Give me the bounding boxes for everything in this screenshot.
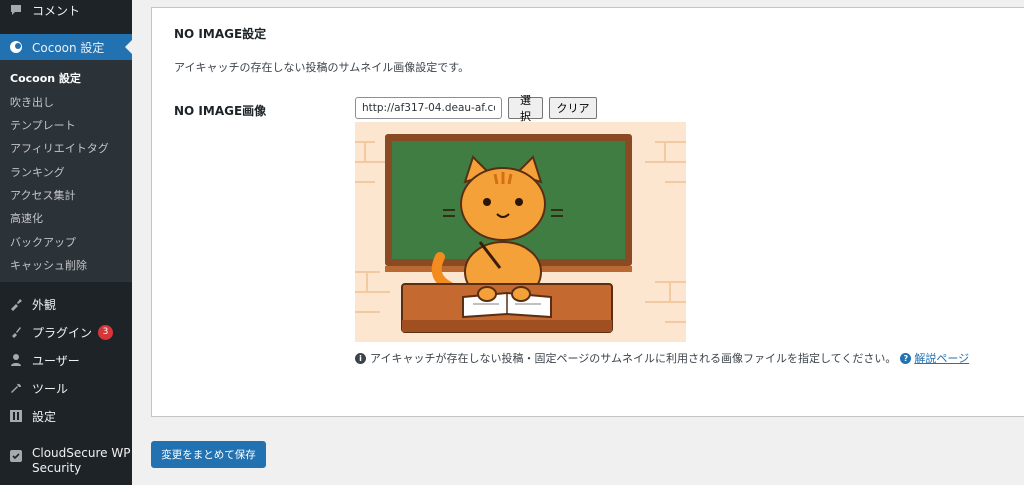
- cloudsecure-label-line1: CloudSecure WP: [32, 446, 131, 460]
- no-image-preview: [355, 122, 686, 342]
- menu-item-comments[interactable]: コメント: [0, 0, 132, 20]
- submenu-item[interactable]: Cocoon 設定: [10, 70, 81, 86]
- menu-item-label: ツール: [32, 381, 69, 396]
- menu-item-cocoon[interactable]: Cocoon 設定: [0, 34, 132, 60]
- submenu-item[interactable]: テンプレート: [10, 117, 76, 133]
- section-title: NO IMAGE設定: [174, 27, 267, 41]
- cocoon-submenu: Cocoon 設定 吹き出し テンプレート アフィリエイトタグ ランキング アク…: [0, 60, 132, 282]
- shield-check-icon: [8, 448, 24, 464]
- menu-item-label: 設定: [32, 409, 57, 424]
- menu-item-label: コメント: [32, 3, 81, 18]
- no-image-field-label: NO IMAGE画像: [174, 104, 267, 118]
- settings-icon: [8, 408, 24, 424]
- submenu-item[interactable]: 高速化: [10, 210, 43, 226]
- cloudsecure-label-line2: Security: [32, 461, 82, 475]
- submenu-item[interactable]: アフィリエイトタグ: [10, 140, 109, 156]
- menu-item-label: Cocoon 設定: [32, 40, 105, 55]
- select-image-button[interactable]: 選択: [508, 94, 543, 123]
- no-image-settings-panel: NO IMAGE設定 アイキャッチの存在しない投稿のサムネイル画像設定です。 N…: [151, 7, 1024, 417]
- menu-item-plugins[interactable]: プラグイン 3: [0, 322, 132, 342]
- menu-item-cloudsecure[interactable]: CloudSecure WP Security: [0, 446, 132, 478]
- submenu-item[interactable]: アクセス集計: [10, 187, 75, 203]
- appearance-icon: [8, 296, 24, 312]
- plugin-icon: [8, 324, 24, 340]
- menu-item-label: 外観: [32, 297, 57, 312]
- submenu-item[interactable]: ランキング: [10, 164, 65, 180]
- help-link-label: 解説ページ: [914, 352, 970, 365]
- no-image-url-input[interactable]: [355, 97, 502, 119]
- submenu-item[interactable]: キャッシュ削除: [10, 257, 87, 273]
- menu-item-settings[interactable]: 設定: [0, 406, 132, 426]
- help-text: アイキャッチが存在しない投稿・固定ページのサムネイルに利用される画像ファイルを指…: [370, 352, 897, 365]
- clear-image-button[interactable]: クリア: [549, 97, 597, 119]
- update-count-badge: 3: [98, 324, 114, 340]
- menu-item-label: プラグイン: [32, 325, 93, 340]
- menu-item-appearance[interactable]: 外観: [0, 294, 132, 314]
- admin-sidebar: コメント Cocoon 設定 Cocoon 設定 吹き出し テンプレート アフィ…: [0, 0, 132, 485]
- help-text-row: i アイキャッチが存在しない投稿・固定ページのサムネイルに利用される画像ファイル…: [355, 350, 969, 366]
- submenu-item[interactable]: バックアップ: [10, 234, 76, 250]
- menu-item-label: ユーザー: [32, 353, 80, 368]
- wrench-icon: [8, 380, 24, 396]
- section-description: アイキャッチの存在しない投稿のサムネイル画像設定です。: [174, 61, 470, 74]
- save-all-changes-button[interactable]: 変更をまとめて保存: [151, 441, 266, 468]
- comment-icon: [8, 2, 24, 18]
- info-icon: i: [355, 352, 366, 364]
- cloudsecure-label: CloudSecure WP Security: [32, 446, 130, 476]
- help-link[interactable]: ? 解説ページ: [900, 350, 969, 366]
- menu-item-users[interactable]: ユーザー: [0, 350, 132, 370]
- user-icon: [8, 352, 24, 368]
- question-circle-icon: ?: [900, 352, 912, 364]
- cocoon-icon: [8, 39, 24, 55]
- menu-item-tools[interactable]: ツール: [0, 378, 132, 398]
- submenu-item[interactable]: 吹き出し: [10, 94, 54, 110]
